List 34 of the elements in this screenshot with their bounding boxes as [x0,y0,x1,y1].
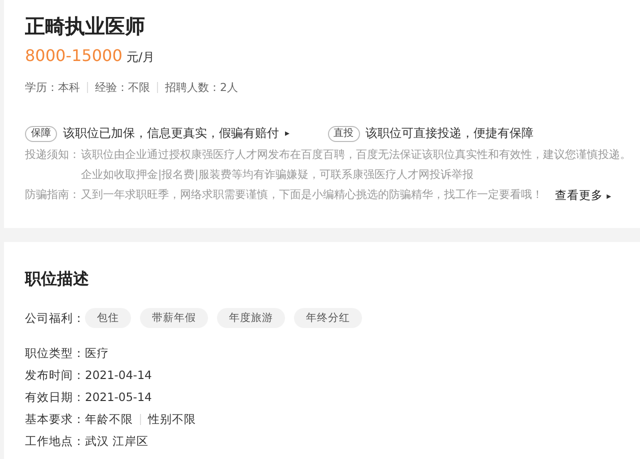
salary: 8000-15000 [25,46,122,65]
guarantee-text: 该职位可直接投递，便捷有保障 [366,125,534,142]
detail-value: 武汉 江岸区 [85,434,149,448]
guide-text: 又到一年求职旺季，网络求职需要谨慎，下面是小编精心挑选的防骗精华，找工作一定要看哦！ [81,188,543,203]
arrow-icon[interactable]: ▸ [285,128,290,138]
detail-label: 有效日期： [25,390,85,404]
welfare-tag: 年终分红 [294,308,362,328]
guarantee-tag: 直投 [328,126,360,142]
welfare-tag: 年度旅游 [217,308,285,328]
detail-label: 工作地点： [25,434,85,448]
detail-label: 职位类型： [25,346,85,360]
welfare-label: 公司福利： [25,310,85,326]
notice-text: 该职位由企业通过授权康强医疗人才网发布在百度百聘，百度无法保证该职位真实性和有效性，建议您谨慎投递。 [81,148,631,162]
detail-value: 2021-05-14 [85,390,152,404]
detail-label: 发布时间： [25,368,85,382]
job-title: 正畸执业医师 [25,13,146,40]
detail-value: 医疗 [85,346,109,360]
job-requirement: 学历：本科 [25,80,80,95]
detail-value: 年龄不限 [85,412,133,426]
notice-label: 投递须知： [25,148,81,163]
detail-value: 2021-04-14 [85,368,152,382]
section-heading: 职位描述 [25,268,90,290]
guarantee-tag: 保障 [25,126,57,142]
job-requirement: 招聘人数：2人 [165,80,238,95]
welfare-tag: 包住 [85,308,131,328]
guide-label: 防骗指南： [25,188,81,203]
more-link[interactable]: 查看更多 ▸ [555,188,612,204]
detail-value: 性别不限 [148,412,196,426]
welfare-tag: 带薪年假 [140,308,208,328]
detail-label: 基本要求： [25,412,85,426]
notice-text: 企业如收取押金|报名费|服装费等均有诈骗嫌疑，可联系康强医疗人才网投诉举报 [81,168,474,182]
salary-unit: 元/月 [126,49,154,66]
job-requirement: 经验：不限 [95,80,150,95]
guarantee-text: 该职位已加保，信息更真实，假骗有赔付 [63,125,279,142]
